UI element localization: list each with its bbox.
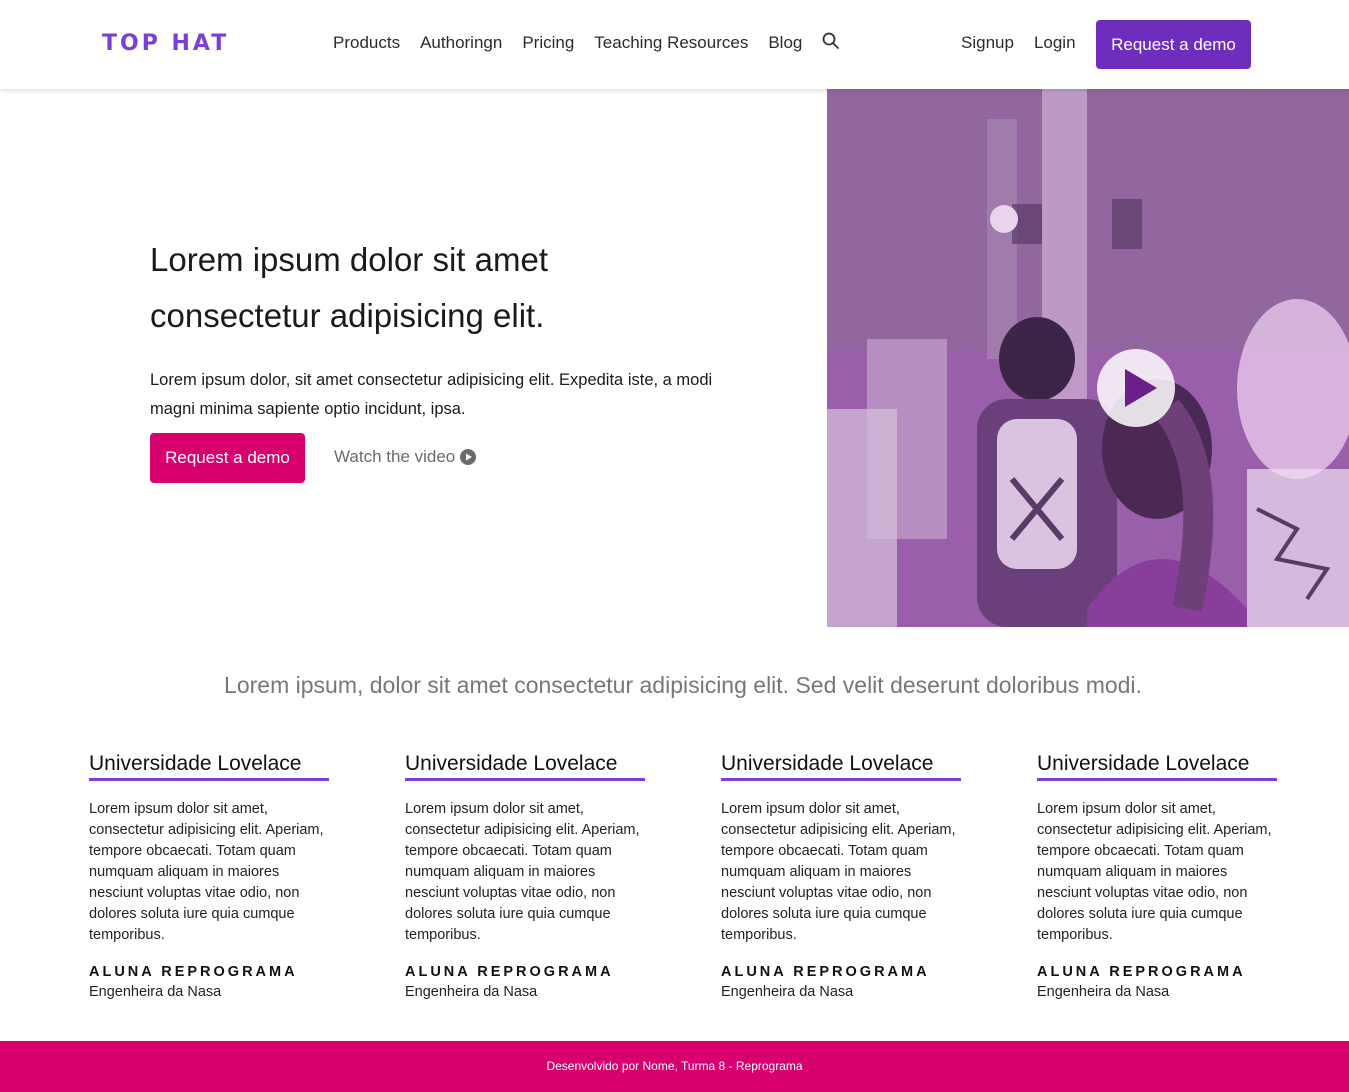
- card-role: ALUNA REPROGRAMA: [405, 964, 614, 980]
- signup-link[interactable]: Signup: [961, 31, 1014, 55]
- site-header: TOP HAT Products Authoringn Pricing Teac…: [0, 0, 1349, 89]
- hero-title-line2: consectetur adipisicing elit.: [150, 297, 545, 334]
- nav-item-blog[interactable]: Blog: [768, 31, 802, 55]
- card-text: Lorem ipsum dolor sit amet, consectetur …: [405, 801, 640, 943]
- logo[interactable]: TOP HAT: [102, 32, 229, 56]
- play-icon: [1125, 369, 1157, 407]
- students-photo: [827, 89, 1349, 627]
- card-job: Engenheira da Nasa: [1037, 984, 1170, 1000]
- card-job: Engenheira da Nasa: [405, 984, 538, 1000]
- card-text: Lorem ipsum dolor sit amet, consectetur …: [1037, 801, 1272, 943]
- card-title: Universidade Lovelace: [721, 750, 961, 781]
- card-role: ALUNA REPROGRAMA: [1037, 964, 1246, 980]
- testimonial-card: Universidade Lovelace Lorem ipsum dolor …: [405, 750, 645, 1003]
- testimonial-card: Universidade Lovelace Lorem ipsum dolor …: [721, 750, 961, 1003]
- request-demo-header-button[interactable]: Request a demo: [1096, 20, 1251, 69]
- play-video-button[interactable]: [1097, 349, 1175, 427]
- card-text: Lorem ipsum dolor sit amet, consectetur …: [721, 801, 956, 943]
- card-role: ALUNA REPROGRAMA: [721, 964, 930, 980]
- hero-description: Lorem ipsum dolor, sit amet consectetur …: [150, 371, 713, 418]
- main-nav: Products Authoringn Pricing Teaching Res…: [333, 31, 840, 55]
- hero-video-thumbnail[interactable]: [827, 89, 1349, 627]
- nav-item-pricing[interactable]: Pricing: [522, 31, 574, 55]
- play-circle-icon: [460, 449, 477, 465]
- watch-video-link[interactable]: Watch the video: [334, 445, 477, 469]
- testimonial-card: Universidade Lovelace Lorem ipsum dolor …: [1037, 750, 1277, 1003]
- site-footer: Desenvolvido por Nome, Turma 8 - Reprogr…: [0, 1041, 1349, 1092]
- card-title: Universidade Lovelace: [405, 750, 645, 781]
- hero-title-line1: Lorem ipsum dolor sit amet: [150, 241, 548, 278]
- card-title: Universidade Lovelace: [89, 750, 329, 781]
- card-job: Engenheira da Nasa: [89, 984, 222, 1000]
- search-icon[interactable]: [822, 32, 840, 50]
- card-title: Universidade Lovelace: [1037, 750, 1277, 781]
- testimonial-card: Universidade Lovelace Lorem ipsum dolor …: [89, 750, 329, 1003]
- hero-title: Lorem ipsum dolor sit amet consectetur a…: [150, 232, 750, 344]
- card-job: Engenheira da Nasa: [721, 984, 854, 1000]
- card-role: ALUNA REPROGRAMA: [89, 964, 298, 980]
- auth-links: Signup Login: [961, 31, 1076, 55]
- testimonials: Universidade Lovelace Lorem ipsum dolor …: [89, 750, 1277, 1003]
- watch-video-label: Watch the video: [334, 447, 456, 466]
- request-demo-hero-button[interactable]: Request a demo: [150, 433, 305, 483]
- login-link[interactable]: Login: [1034, 31, 1076, 55]
- nav-item-teaching-resources[interactable]: Teaching Resources: [594, 31, 748, 55]
- nav-item-products[interactable]: Products: [333, 31, 400, 55]
- footer-text: Desenvolvido por Nome, Turma 8 - Reprogr…: [546, 1059, 803, 1073]
- nav-item-authoring[interactable]: Authoringn: [420, 31, 502, 55]
- card-text: Lorem ipsum dolor sit amet, consectetur …: [89, 801, 324, 943]
- section-subtitle: Lorem ipsum, dolor sit amet consectetur …: [224, 672, 1142, 698]
